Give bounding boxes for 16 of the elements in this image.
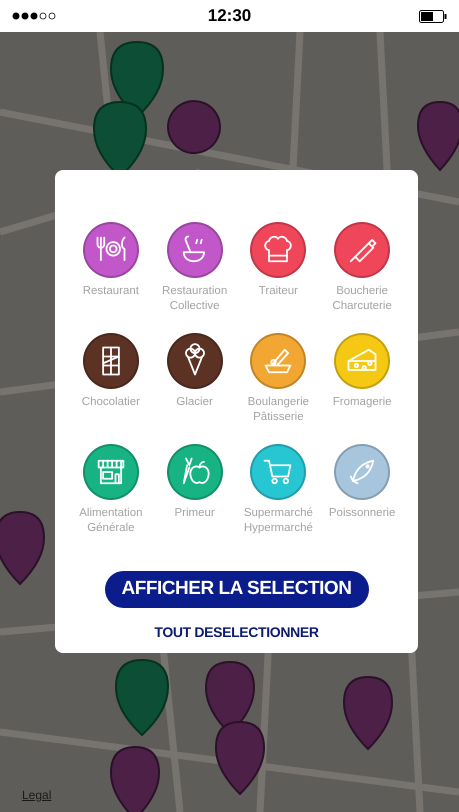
- category-label: Fromagerie: [332, 395, 393, 410]
- category-label: Traiteur: [258, 284, 299, 299]
- category-label: Restauration Collective: [161, 284, 228, 314]
- category-label: Poissonnerie: [328, 506, 396, 521]
- deselect-all-button[interactable]: TOUT DESELECTIONNER: [154, 622, 319, 643]
- battery-icon: [419, 10, 447, 22]
- category-label: Chocolatier: [80, 395, 141, 410]
- show-selection-button[interactable]: AFFICHER LA SELECTION: [104, 571, 368, 608]
- category-label: Glacier: [175, 395, 214, 410]
- category-label: Alimentation Générale: [78, 506, 144, 536]
- category-label: Boulangerie Pâtisserie: [246, 395, 310, 425]
- category-label: Boucherie Charcuterie: [331, 284, 393, 314]
- category-label: Primeur: [173, 506, 216, 521]
- status-time: 12:30: [208, 5, 252, 28]
- category-label: Restaurant: [82, 284, 140, 299]
- category-label: Supermarché Hypermarché: [242, 506, 314, 536]
